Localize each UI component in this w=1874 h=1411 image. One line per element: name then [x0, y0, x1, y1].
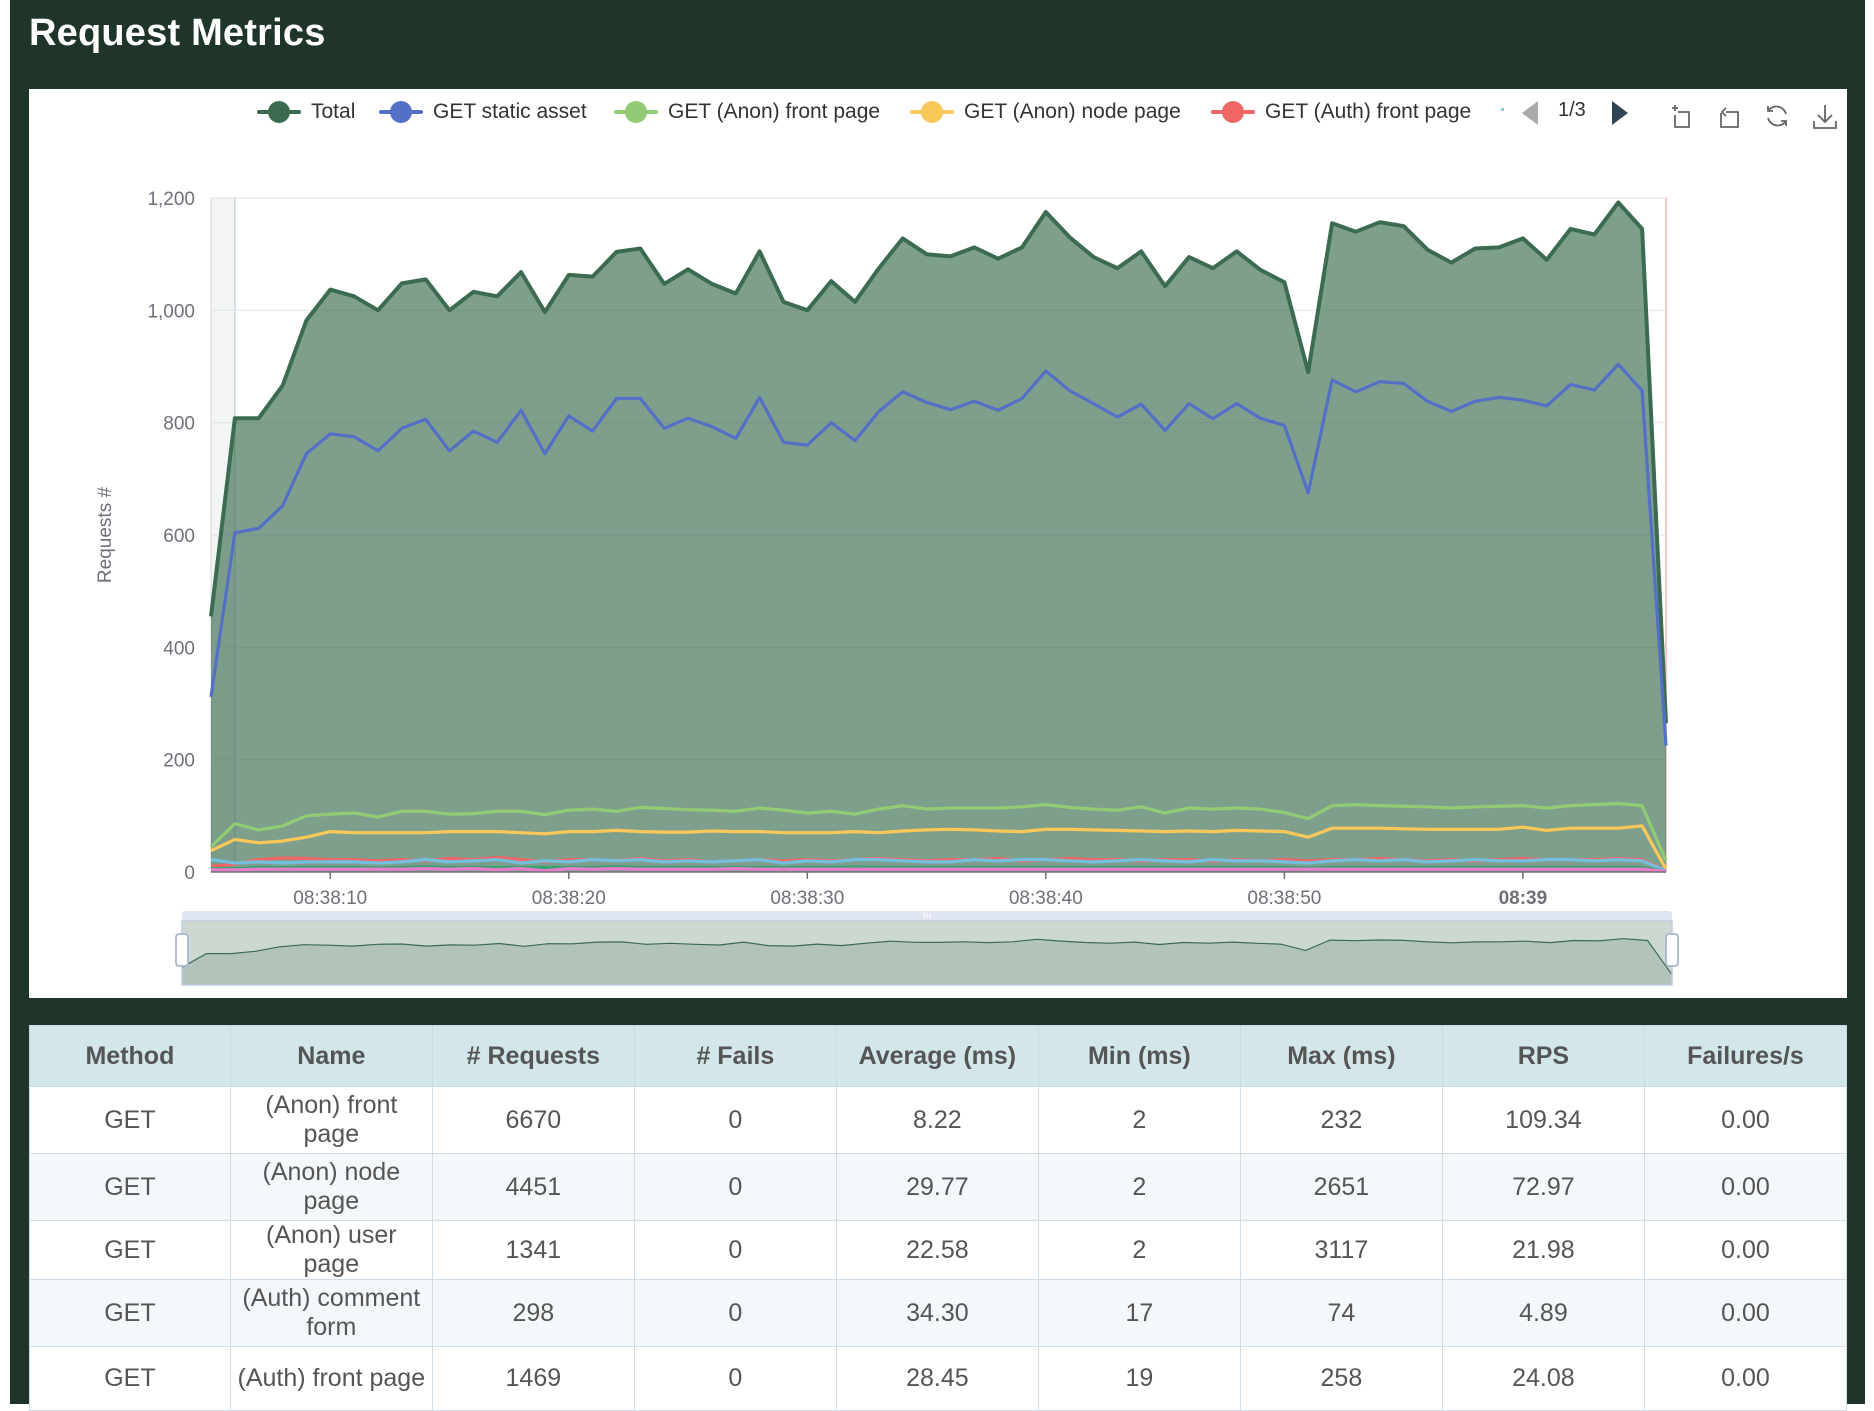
page-title: Request Metrics: [29, 12, 326, 54]
table-cell-fails: 0: [633, 1346, 837, 1411]
datazoom-preview-area: [182, 938, 1672, 985]
table-cell-max-ms: 3117: [1239, 1220, 1443, 1280]
y-tick-label: 1,000: [147, 301, 195, 322]
table-cell-requests: 4451: [431, 1153, 635, 1221]
table-row: GET (Auth) front page 1469 0 28.45 19 258 24.08…: [29, 1346, 1848, 1411]
y-tick-label: 600: [163, 526, 195, 547]
table-cell-max-ms: 232: [1239, 1086, 1443, 1154]
table-cell-average-ms: 8.22: [835, 1086, 1039, 1154]
table-cell-name: (Auth) front page: [229, 1346, 433, 1411]
table-cell-max-ms: 74: [1239, 1279, 1443, 1347]
table-cell-fails: 0: [633, 1153, 837, 1221]
table-cell-method: GET: [29, 1086, 231, 1154]
column-header[interactable]: Failures/s: [1643, 1025, 1848, 1087]
table-cell-min-ms: 2: [1037, 1153, 1241, 1221]
table-cell-method: GET: [29, 1220, 231, 1280]
request-metrics-chart[interactable]: 0 200 400 600 800 1,000 1,200 Requests # 08:38:1…: [29, 89, 1847, 998]
table-cell-rps: 21.98: [1441, 1220, 1645, 1280]
table-cell-average-ms: 29.77: [835, 1153, 1039, 1221]
table-cell-average-ms: 22.58: [835, 1220, 1039, 1280]
table-cell-max-ms: 258: [1239, 1346, 1443, 1411]
table-cell-method: GET: [29, 1153, 231, 1221]
column-header[interactable]: Name: [229, 1025, 433, 1087]
table-cell-min-ms: 2: [1037, 1086, 1241, 1154]
column-header[interactable]: Max (ms): [1239, 1025, 1443, 1087]
table-cell-rps: 24.08: [1441, 1346, 1645, 1411]
table-row: GET (Auth) comment form 298 0 34.30 17 74 4.89 0…: [29, 1279, 1848, 1347]
table-cell-fails: 0: [633, 1220, 837, 1280]
table-cell-requests: 1341: [431, 1220, 635, 1280]
chart-panel: Total GET static asset GET (Anon) front …: [29, 89, 1847, 998]
column-header[interactable]: Min (ms): [1037, 1025, 1241, 1087]
column-header[interactable]: RPS: [1441, 1025, 1645, 1087]
table-cell-name: (Auth) comment form: [229, 1279, 433, 1347]
series-area-total: [211, 202, 1666, 872]
y-tick-label: 0: [184, 863, 195, 884]
table-cell-failures-s: 0.00: [1643, 1346, 1848, 1411]
x-tick-label: 08:38:50: [1247, 888, 1321, 909]
table-body: GET (Anon) front page 6670 0 8.22 2 232 109.34 0…: [29, 1086, 1848, 1411]
table-row: GET (Anon) user page 1341 0 22.58 2 3117 21.98 0…: [29, 1220, 1848, 1280]
table-cell-name: (Anon) node page: [229, 1153, 433, 1221]
y-tick-label: 1,200: [147, 189, 195, 210]
table-cell-requests: 6670: [431, 1086, 635, 1154]
table-cell-rps: 72.97: [1441, 1153, 1645, 1221]
y-tick-label: 400: [163, 638, 195, 659]
table-cell-rps: 109.34: [1441, 1086, 1645, 1154]
table-cell-fails: 0: [633, 1279, 837, 1347]
table-cell-failures-s: 0.00: [1643, 1086, 1848, 1154]
y-axis-title: Requests #: [95, 487, 116, 584]
column-header[interactable]: # Requests: [431, 1025, 635, 1087]
column-header[interactable]: Method: [29, 1025, 231, 1087]
table-cell-method: GET: [29, 1346, 231, 1411]
x-tick-label: 08:38:40: [1009, 888, 1083, 909]
table-cell-max-ms: 2651: [1239, 1153, 1443, 1221]
table-row: GET (Anon) front page 6670 0 8.22 2 232 109.34 0…: [29, 1086, 1848, 1154]
table-cell-average-ms: 34.30: [835, 1279, 1039, 1347]
table-cell-requests: 1469: [431, 1346, 635, 1411]
table-cell-failures-s: 0.00: [1643, 1279, 1848, 1347]
y-tick-label: 800: [163, 414, 195, 435]
table-cell-fails: 0: [633, 1086, 837, 1154]
table-cell-rps: 4.89: [1441, 1279, 1645, 1347]
request-stats-table: Method Name # Requests # Fails Average (ms) M…: [29, 1025, 1848, 1411]
table-cell-average-ms: 28.45: [835, 1346, 1039, 1411]
data-zoom-slider[interactable]: [175, 911, 1679, 986]
x-tick-label: 08:38:20: [532, 888, 606, 909]
column-header[interactable]: # Fails: [633, 1025, 837, 1087]
table-cell-min-ms: 19: [1037, 1346, 1241, 1411]
table-cell-failures-s: 0.00: [1643, 1153, 1848, 1221]
datazoom-right-handle[interactable]: [1665, 933, 1679, 967]
table-cell-min-ms: 17: [1037, 1279, 1241, 1347]
table-cell-name: (Anon) front page: [229, 1086, 433, 1154]
table-cell-method: GET: [29, 1279, 231, 1347]
table-cell-name: (Anon) user page: [229, 1220, 433, 1280]
request-stats-table-container: Method Name # Requests # Fails Average (ms) M…: [29, 1025, 1848, 1411]
datazoom-left-handle[interactable]: [175, 933, 189, 967]
table-cell-requests: 298: [431, 1279, 635, 1347]
x-tick-label: 08:38:10: [293, 888, 367, 909]
x-tick-label: 08:38:30: [770, 888, 844, 909]
table-cell-min-ms: 2: [1037, 1220, 1241, 1280]
table-cell-failures-s: 0.00: [1643, 1220, 1848, 1280]
x-tick-label: 08:39: [1499, 888, 1548, 909]
y-tick-label: 200: [163, 751, 195, 772]
table-header-row: Method Name # Requests # Fails Average (ms) M…: [29, 1025, 1848, 1087]
table-row: GET (Anon) node page 4451 0 29.77 2 2651 72.97 0…: [29, 1153, 1848, 1221]
chart-areas: [211, 202, 1666, 872]
column-header[interactable]: Average (ms): [835, 1025, 1039, 1087]
